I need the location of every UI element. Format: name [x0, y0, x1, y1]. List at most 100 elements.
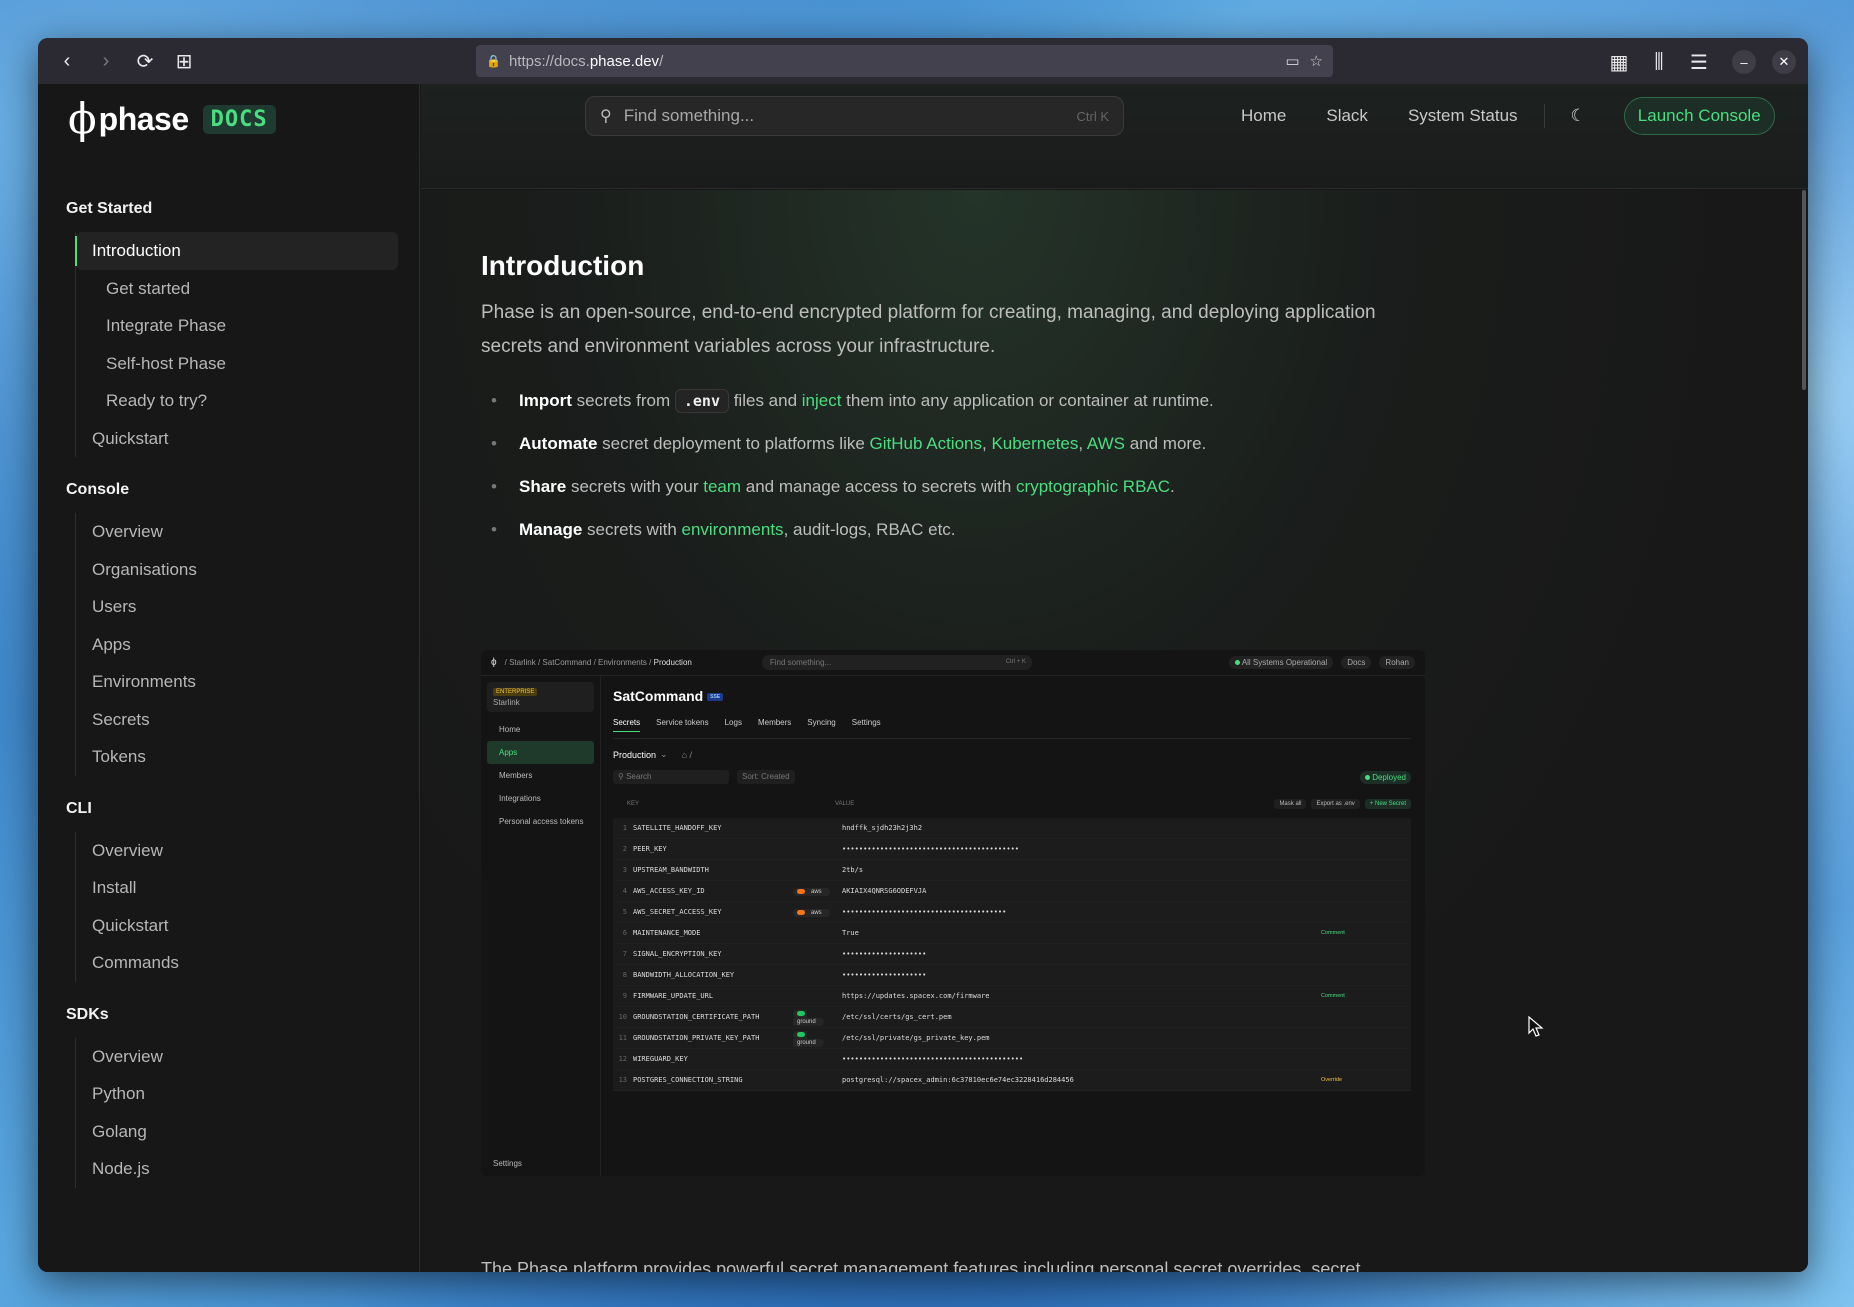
sidebar-item-ready-to-try[interactable]: Ready to try? — [76, 382, 406, 420]
shot-table-row: 9 FIRMWARE_UPDATE_URL https://updates.spac… — [613, 986, 1411, 1007]
shot-row-key: GROUNDSTATION_CERTIFICATE_PATH — [633, 1013, 760, 1021]
link-kubernetes[interactable]: Kubernetes — [991, 434, 1078, 453]
header: ⚲ Find something... Ctrl K Home Slack Sy… — [421, 84, 1808, 189]
link-github-actions[interactable]: GitHub Actions — [870, 434, 982, 453]
sidebar-item-secrets[interactable]: Secrets — [76, 701, 406, 739]
back-icon[interactable]: ‹ — [50, 44, 84, 78]
shot-table-row: 11 GROUNDSTATION_PRIVATE_KEY_PATH ground/e… — [613, 1028, 1411, 1049]
sidebar-item-overview[interactable]: Overview — [76, 832, 406, 870]
bullet-text: and manage access to secrets with — [741, 477, 1017, 496]
shot-sidebar: ENTERPRISE Starlink Home Apps Members In… — [481, 676, 601, 1176]
shot-table-row: 2 PEER_KEY •••••••••••••••••••••••••••••••… — [613, 839, 1411, 860]
shot-breadcrumb: / Starlink / SatCommand / Environments /… — [504, 658, 692, 667]
address-bar[interactable]: 🔒 https://docs. phase.dev / ▭ ☆ — [476, 45, 1333, 77]
minimize-icon[interactable]: – — [1732, 50, 1756, 74]
shot-row-number: 1 — [622, 824, 627, 832]
shot-filter-search-text: Search — [626, 772, 652, 781]
bullet-text: files and — [728, 391, 802, 410]
header-divider — [1543, 104, 1545, 128]
sidebar-item-quickstart[interactable]: Quickstart — [76, 907, 406, 945]
list-item: Automate secret deployment to platforms … — [481, 433, 1441, 455]
shot-side-item: Personal access tokens — [499, 817, 584, 826]
shot-user: Rohan — [1379, 656, 1415, 669]
sidebar-item-organisations[interactable]: Organisations — [76, 551, 406, 589]
bullet-text: , audit-logs, RBAC etc. — [783, 520, 956, 539]
logo[interactable]: ϕ phase DOCS — [68, 98, 276, 140]
bullet-keyword: Import — [519, 391, 572, 410]
sidebar-section-title: Get Started — [66, 200, 153, 217]
link-inject[interactable]: inject — [802, 391, 842, 410]
sidebar-section-title: CLI — [66, 799, 92, 817]
shot-deployed: Deployed — [1360, 770, 1411, 784]
new-tab-icon[interactable]: ⊞ — [167, 44, 201, 78]
shot-row-tag-text: ground — [793, 1018, 820, 1026]
sidebar-item-overview[interactable]: Overview — [76, 1038, 406, 1076]
sidebar-item-node-js[interactable]: Node.js — [76, 1150, 406, 1188]
shot-search-text: Find something... — [769, 658, 832, 667]
shot-search-kbd: Ctrl + K — [1005, 659, 1026, 665]
console-screenshot-image: ϕ / Starlink / SatCommand / Environments… — [481, 650, 1425, 1176]
bookmark-star-icon[interactable]: ☆ — [1310, 52, 1323, 70]
sidebar-item-users[interactable]: Users — [76, 588, 406, 626]
sidebar-item-environments[interactable]: Environments — [76, 663, 406, 701]
close-icon[interactable]: ✕ — [1772, 50, 1796, 74]
sidebar-group: Overview Python Golang Node.js — [75, 1037, 406, 1188]
sidebar-item-apps[interactable]: Apps — [76, 626, 406, 664]
sidebar-item-commands[interactable]: Commands — [76, 944, 406, 982]
browser-window: ‹ › ⟳ ⊞ 🔒 https://docs. phase.dev / ▭ ☆ ▦ … — [38, 38, 1808, 1272]
sidebar-item-overview[interactable]: Overview — [76, 513, 406, 551]
shot-row-extra: Comment — [1321, 930, 1345, 936]
sidebar-item-get-started[interactable]: Get started — [76, 270, 406, 308]
sidebar-item-self-host-phase[interactable]: Self-host Phase — [76, 345, 406, 383]
search-placeholder: Find something... — [623, 106, 755, 125]
bullet-text: them into any application or container a… — [841, 391, 1214, 410]
sidebar-item-introduction[interactable]: Introduction — [75, 232, 398, 270]
scrollbar[interactable] — [1802, 190, 1806, 390]
nav-link-slack[interactable]: Slack — [1326, 106, 1368, 126]
reload-icon[interactable]: ⟳ — [128, 44, 162, 78]
sidebar-item-tokens[interactable]: Tokens — [76, 738, 406, 776]
article: Introduction Phase is an open-source, en… — [481, 250, 1441, 562]
shot-row-key: AWS_ACCESS_KEY_ID — [633, 887, 705, 895]
sidebar-section-title: Console — [66, 481, 130, 498]
menu-icon[interactable]: ☰ — [1682, 45, 1716, 79]
shot-row-tag-text: ground — [793, 1039, 820, 1047]
shot-row-key: UPSTREAM_BANDWIDTH — [633, 866, 709, 874]
shot-row-number: 8 — [622, 971, 627, 979]
sidebar-item-golang[interactable]: Golang — [76, 1113, 406, 1151]
shot-app-title: SatCommand SSE — [613, 688, 1411, 704]
forward-icon[interactable]: › — [89, 44, 123, 78]
link-environments[interactable]: environments — [682, 520, 784, 539]
sidebar-item-install[interactable]: Install — [76, 869, 406, 907]
library-icon[interactable]: ⫼ — [1642, 45, 1676, 79]
sidebar-section-title: SDKs — [66, 1005, 109, 1023]
launch-console-button[interactable]: Launch Console — [1623, 97, 1775, 135]
shot-row-value: hndffk_sjdh23h2j3h2 — [842, 824, 923, 832]
shot-table-row: 13 POSTGRES_CONNECTION_STRING postgresql:/… — [613, 1070, 1411, 1091]
sidebar-item-python[interactable]: Python — [76, 1075, 406, 1113]
link-cryptographic-rbac[interactable]: cryptographic RBAC — [1016, 477, 1170, 496]
link-team[interactable]: team — [703, 477, 741, 496]
shot-crumb: Environments — [598, 658, 647, 667]
shot-table-row: 7 SIGNAL_ENCRYPTION_KEY ••••••••••••••••••… — [613, 944, 1411, 965]
link-aws[interactable]: AWS — [1087, 434, 1125, 453]
bullet-text: . — [1170, 477, 1175, 496]
shot-row-tag: aws — [793, 909, 830, 917]
shot-row-tag-cell: aws — [793, 908, 836, 917]
shot-col-value: VALUE — [835, 801, 855, 807]
reader-view-icon[interactable]: ▭ — [1285, 52, 1299, 70]
shot-row-key: BANDWIDTH_ALLOCATION_KEY — [633, 971, 735, 979]
search-input[interactable]: ⚲ Find something... Ctrl K — [585, 96, 1124, 136]
nav-link-system-status[interactable]: System Status — [1408, 106, 1518, 126]
sidebar-nav: Get Started Introduction Get started Integr… — [66, 200, 406, 1212]
nav-link-home[interactable]: Home — [1241, 106, 1286, 126]
phase-logo-icon: ϕ — [68, 94, 97, 143]
lead-paragraph: Phase is an open-source, end-to-end encr… — [481, 302, 1376, 357]
extensions-icon[interactable]: ▦ — [1602, 45, 1636, 79]
theme-toggle-moon-icon[interactable]: ☾ — [1571, 106, 1586, 126]
sidebar-item-integrate-phase[interactable]: Integrate Phase — [76, 307, 406, 345]
shot-path-text: / — [689, 749, 693, 760]
shot-path: ⌂ / — [681, 749, 693, 760]
sidebar-item-quickstart[interactable]: Quickstart — [76, 420, 406, 458]
shot-table-row: 8 BANDWIDTH_ALLOCATION_KEY •••••••••••••••… — [613, 965, 1411, 986]
